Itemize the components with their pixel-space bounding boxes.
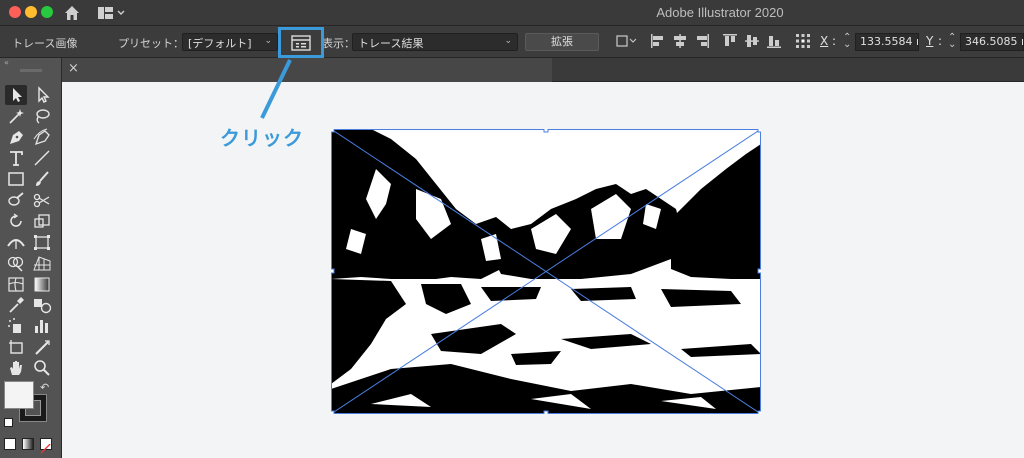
workspace-layout-icon[interactable] (97, 5, 127, 21)
x-position-input[interactable]: 133.5584 n (855, 33, 919, 51)
align-top-icon[interactable] (722, 33, 738, 49)
shaper-tool-icon[interactable] (5, 190, 27, 210)
gradient-mode-icon[interactable] (22, 438, 34, 450)
direct-selection-tool-icon[interactable] (31, 85, 53, 105)
scale-tool-icon[interactable] (31, 211, 53, 231)
context-label: トレース画像 (12, 37, 78, 50)
mesh-tool-icon[interactable] (5, 274, 27, 294)
symbol-sprayer-tool-icon[interactable] (5, 316, 27, 336)
preset-select[interactable]: [デフォルト] ⌄ (182, 33, 278, 51)
transform-icon[interactable] (615, 33, 637, 49)
trace-panel-icon (291, 35, 311, 51)
fill-swatch[interactable] (4, 381, 34, 409)
hand-tool-icon[interactable] (5, 358, 27, 378)
view-select[interactable]: トレース結果 ⌄ (352, 33, 518, 51)
selection-tool-icon[interactable] (5, 85, 27, 105)
align-horizontal-center-icon[interactable] (672, 33, 688, 49)
view-value: トレース結果 (358, 37, 424, 50)
x-stepper[interactable]: ⌃ ⌄ (843, 33, 851, 50)
rotate-tool-icon[interactable] (5, 211, 27, 231)
y-colon: : (938, 34, 943, 48)
expand-button[interactable]: 拡張 (525, 33, 599, 51)
zoom-window-button[interactable] (41, 6, 53, 18)
collapse-panel-icon[interactable]: « (4, 58, 9, 67)
paintbrush-tool-icon[interactable] (31, 169, 53, 189)
title-bar: Adobe Illustrator 2020 (0, 0, 1024, 26)
y-label: Y (926, 34, 934, 48)
home-icon[interactable] (63, 4, 81, 22)
click-annotation: クリック (220, 126, 304, 150)
close-tab-icon[interactable]: × (68, 61, 79, 76)
artboard-tool-icon[interactable] (5, 337, 27, 357)
app-title: Adobe Illustrator 2020 (656, 5, 784, 20)
chevron-down-icon: ⌄ (264, 36, 272, 46)
slice-tool-icon[interactable] (31, 337, 53, 357)
align-left-icon[interactable] (650, 33, 666, 49)
align-bottom-icon[interactable] (766, 33, 782, 49)
line-segment-tool-icon[interactable] (31, 148, 53, 168)
y-stepper[interactable]: ⌃ ⌄ (948, 33, 956, 50)
document-tab-bar: × (62, 58, 1024, 82)
column-graph-tool-icon[interactable] (31, 316, 53, 336)
panel-grip[interactable] (20, 69, 42, 72)
preset-value: [デフォルト] (188, 37, 252, 50)
x-label: X (820, 34, 829, 48)
document-tab[interactable]: × (62, 58, 552, 82)
scissors-tool-icon[interactable] (31, 190, 53, 210)
eyedropper-tool-icon[interactable] (5, 295, 27, 315)
type-tool-icon[interactable] (5, 148, 27, 168)
close-window-button[interactable] (9, 6, 21, 18)
x-colon: : (832, 34, 837, 48)
align-vertical-center-icon[interactable] (744, 33, 760, 49)
free-transform-tool-icon[interactable] (31, 232, 53, 252)
preset-label: プリセット： (118, 37, 184, 50)
perspective-grid-tool-icon[interactable] (31, 253, 53, 273)
y-position-input[interactable]: 346.5085 n (960, 33, 1024, 51)
none-mode-icon[interactable] (40, 438, 52, 454)
curvature-tool-icon[interactable] (31, 127, 53, 147)
tools-panel: « ↶ (0, 58, 62, 458)
rectangle-tool-icon[interactable] (5, 169, 27, 189)
swap-colors-icon[interactable]: ↶ (40, 381, 49, 394)
magic-wand-tool-icon[interactable] (5, 106, 27, 126)
width-tool-icon[interactable] (5, 232, 27, 252)
shape-builder-tool-icon[interactable] (5, 253, 27, 273)
view-label: 表示： (322, 37, 355, 50)
pen-tool-icon[interactable] (5, 127, 27, 147)
minimize-window-button[interactable] (25, 6, 37, 18)
gradient-tool-icon[interactable] (31, 274, 53, 294)
lasso-tool-icon[interactable] (31, 106, 53, 126)
default-colors-icon[interactable] (4, 418, 13, 427)
zoom-tool-icon[interactable] (31, 358, 53, 378)
align-right-icon[interactable] (694, 33, 710, 49)
image-trace-panel-button[interactable] (278, 27, 324, 58)
chevron-down-icon: ⌄ (504, 36, 512, 46)
color-mode-icon[interactable] (4, 438, 16, 450)
traced-image[interactable] (331, 129, 761, 414)
blend-tool-icon[interactable] (31, 295, 53, 315)
reference-point-icon[interactable] (795, 33, 811, 49)
